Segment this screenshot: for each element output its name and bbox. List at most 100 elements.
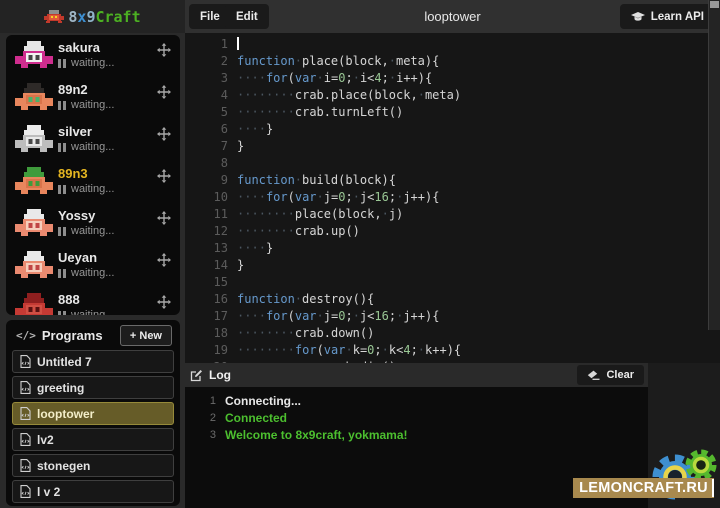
code-line[interactable]: 10····for(var·j=0;·j<16;·j++){ <box>185 189 720 206</box>
text-caret <box>712 479 714 497</box>
code-line[interactable]: 18········crab.down() <box>185 325 720 342</box>
pause-icon <box>58 227 66 236</box>
clear-log-button[interactable]: Clear <box>577 365 644 385</box>
log-line-text: Welcome to 8x9craft, yokmama! <box>225 427 408 444</box>
line-number: 10 <box>185 189 237 206</box>
crab-avatar <box>14 123 54 157</box>
crab-avatar <box>14 207 54 241</box>
menu-bar: looptower File Edit Learn API <box>185 0 720 33</box>
graduation-cap-icon <box>631 12 645 22</box>
entity-status: waiting... <box>58 267 114 279</box>
log-line: 1 Connecting... <box>185 393 648 410</box>
line-number: 6 <box>185 121 237 138</box>
entity-row[interactable]: 89n3 waiting... <box>6 161 180 203</box>
code-file-icon <box>20 355 31 368</box>
entity-list-panel: sakura waiting... 89n2 waiting... silver… <box>6 35 180 315</box>
entity-row[interactable]: Yossy waiting... <box>6 203 180 245</box>
code-editor[interactable]: 12function·place(block,·meta){3····for(v… <box>185 33 720 363</box>
log-line: 3 Welcome to 8x9craft, yokmama! <box>185 427 648 444</box>
code-line[interactable]: 15 <box>185 274 720 291</box>
learn-api-button[interactable]: Learn API <box>620 4 715 29</box>
log-line-text: Connected <box>225 410 287 427</box>
compose-icon <box>190 369 203 382</box>
edit-menu-button[interactable]: Edit <box>225 4 269 29</box>
program-item[interactable]: greeting <box>12 376 174 399</box>
move-icon[interactable] <box>157 169 171 183</box>
app-window: 8x9Craft looptower File Edit Learn API s… <box>0 0 720 508</box>
line-number: 8 <box>185 155 237 172</box>
crab-avatar <box>14 249 54 283</box>
code-line[interactable]: 12········crab.up() <box>185 223 720 240</box>
move-icon[interactable] <box>157 295 171 309</box>
log-line-number: 1 <box>185 393 225 410</box>
line-number: 15 <box>185 274 237 291</box>
code-line[interactable]: 5········crab.turnLeft() <box>185 104 720 121</box>
pause-icon <box>58 185 66 194</box>
entity-name: 89n3 <box>58 166 88 181</box>
app-logo: 8x9Craft <box>0 0 185 33</box>
pause-icon <box>58 143 66 152</box>
entity-row[interactable]: sakura waiting... <box>6 35 180 77</box>
code-line[interactable]: 11········place(block,·j) <box>185 206 720 223</box>
line-number: 19 <box>185 342 237 359</box>
line-number: 12 <box>185 223 237 240</box>
learn-api-label: Learn API <box>651 11 704 23</box>
code-file-icon <box>20 407 31 420</box>
program-label: Untitled 7 <box>37 355 92 369</box>
code-line[interactable]: 3····for(var·i=0;·i<4;·i++){ <box>185 70 720 87</box>
code-line[interactable]: 17····for(var·j=0;·j<16;·j++){ <box>185 308 720 325</box>
pause-icon <box>58 101 66 110</box>
line-number: 14 <box>185 257 237 274</box>
entity-status: waiting... <box>58 183 114 195</box>
code-line[interactable]: 4········crab.place(block,·meta) <box>185 87 720 104</box>
code-line[interactable]: 16function·destroy(){ <box>185 291 720 308</box>
line-number: 1 <box>185 36 237 53</box>
entity-row[interactable]: 89n2 waiting... <box>6 77 180 119</box>
lemoncraft-watermark-banner[interactable]: LEMONCRAFT.RU <box>573 478 714 498</box>
line-number: 18 <box>185 325 237 342</box>
code-line[interactable]: 8 <box>185 155 720 172</box>
entity-name: silver <box>58 124 92 139</box>
program-label: lv2 <box>37 433 54 447</box>
code-line[interactable]: 2function·place(block,·meta){ <box>185 53 720 70</box>
move-icon[interactable] <box>157 85 171 99</box>
clear-log-label: Clear <box>606 369 634 381</box>
text-cursor <box>237 37 239 50</box>
move-icon[interactable] <box>157 127 171 141</box>
move-icon[interactable] <box>157 211 171 225</box>
code-line[interactable]: 7} <box>185 138 720 155</box>
line-number: 11 <box>185 206 237 223</box>
move-icon[interactable] <box>157 43 171 57</box>
code-line[interactable]: 6····} <box>185 121 720 138</box>
editor-scrollbar-thumb[interactable] <box>710 1 719 8</box>
code-line[interactable]: 19········for(var·k=0;·k<4;·k++){ <box>185 342 720 359</box>
crab-avatar <box>14 39 54 73</box>
code-line[interactable]: 13····} <box>185 240 720 257</box>
entity-row[interactable]: silver waiting... <box>6 119 180 161</box>
code-line[interactable]: 9function·build(block){ <box>185 172 720 189</box>
logo-text-part: Craft <box>95 8 140 26</box>
program-item[interactable]: stonegen <box>12 454 174 477</box>
program-item[interactable]: looptower <box>12 402 174 425</box>
code-line[interactable]: 1 <box>185 36 720 53</box>
program-label: greeting <box>37 381 84 395</box>
move-icon[interactable] <box>157 253 171 267</box>
line-number: 7 <box>185 138 237 155</box>
entity-row[interactable]: Ueyan waiting... <box>6 245 180 287</box>
program-item[interactable]: l v 2 <box>12 480 174 503</box>
code-file-icon <box>20 485 31 498</box>
code-line[interactable]: 14} <box>185 257 720 274</box>
entity-name: Yossy <box>58 208 95 223</box>
entity-status: waiting... <box>58 99 114 111</box>
programs-header-label: </> Programs <box>16 328 103 343</box>
editor-scrollbar[interactable] <box>708 0 720 330</box>
crab-avatar <box>14 165 54 199</box>
code-file-icon <box>20 459 31 472</box>
pause-icon <box>58 59 66 68</box>
line-number: 9 <box>185 172 237 189</box>
crab-avatar <box>14 81 54 115</box>
entity-row[interactable]: 888 waiting... <box>6 287 180 315</box>
program-item[interactable]: Untitled 7 <box>12 350 174 373</box>
program-item[interactable]: lv2 <box>12 428 174 451</box>
new-program-button[interactable]: + New <box>120 325 172 346</box>
